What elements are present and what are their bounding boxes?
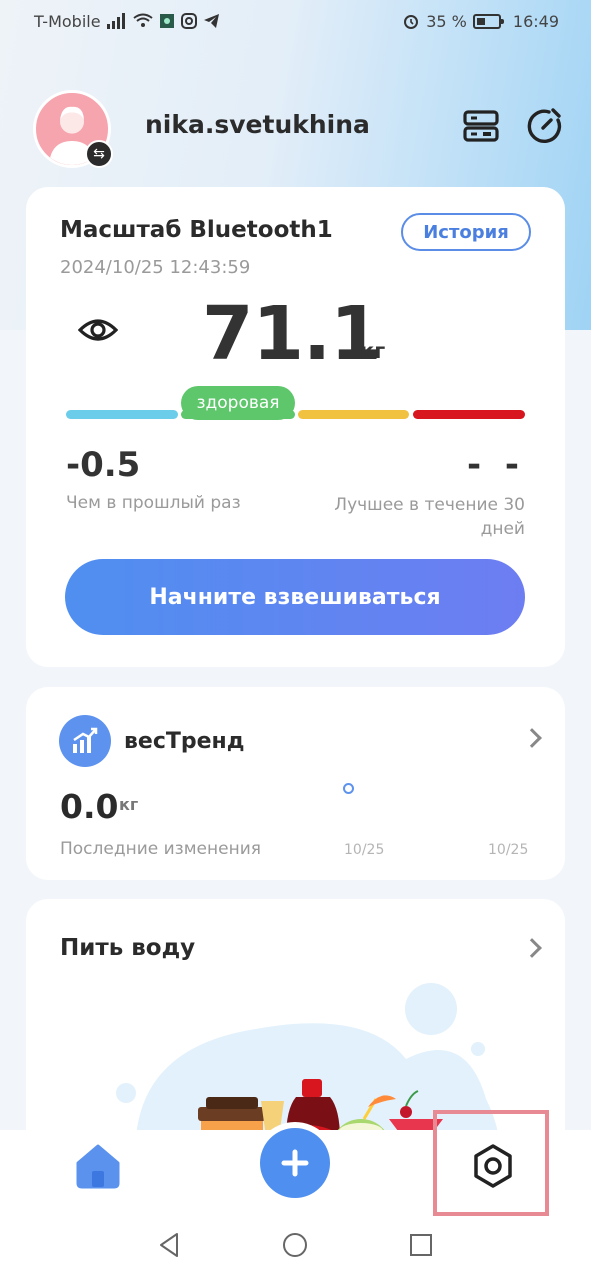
wifi-icon	[132, 13, 153, 27]
bmi-bar-very-high	[413, 410, 525, 419]
scale-title: Масштаб Bluetooth1	[60, 217, 333, 243]
devices-icon[interactable]	[461, 106, 501, 146]
chevron-right-icon[interactable]	[522, 938, 542, 958]
battery-percent: 35 %	[426, 11, 467, 31]
trend-chart-point	[343, 783, 354, 794]
trend-unit: кг	[119, 795, 139, 814]
settings-highlight-box	[433, 1110, 549, 1216]
instagram-icon	[180, 13, 197, 29]
username[interactable]: nika.svetukhina	[145, 110, 370, 139]
app-icon	[159, 14, 174, 28]
diff-label: Чем в прошлый раз	[66, 493, 241, 513]
bmi-bar-low	[66, 410, 178, 419]
scale-card: Масштаб Bluetooth1 2024/10/25 12:43:59 И…	[26, 187, 565, 667]
carrier-label: T-Mobile	[34, 11, 101, 31]
diff-value: -0.5	[66, 445, 141, 485]
trend-value: 0.0	[60, 787, 119, 826]
trend-date-start: 10/25	[344, 842, 385, 858]
trend-icon	[59, 715, 111, 767]
trend-label: Последние изменения	[60, 839, 261, 859]
start-weighing-button[interactable]: Начните взвешиваться	[65, 559, 525, 635]
telegram-icon	[203, 14, 219, 28]
trend-title: весТренд	[124, 729, 245, 754]
clock: 16:49	[512, 11, 559, 31]
eye-icon[interactable]	[78, 313, 118, 347]
history-button[interactable]: История	[401, 213, 531, 251]
battery-icon	[472, 13, 504, 29]
signal-icon	[106, 13, 125, 29]
measurement-date: 2024/10/25 12:43:59	[60, 257, 251, 278]
add-button[interactable]	[260, 1128, 330, 1198]
plus-icon	[281, 1149, 309, 1177]
status-bar: T-Mobile 35 % 16:49	[0, 0, 591, 42]
best-label: Лучшее в течение 30 дней	[334, 495, 525, 539]
bmi-bar-high	[298, 410, 409, 419]
status-badge: здоровая	[181, 386, 295, 420]
alarm-icon	[404, 15, 419, 29]
weight-value: 71.1	[202, 291, 382, 377]
weight-trend-card[interactable]: весТренд 0.0 кг Последние изменения 10/2…	[26, 687, 565, 880]
home-icon[interactable]	[74, 1143, 122, 1189]
switch-user-icon[interactable]: ⇆	[85, 140, 113, 168]
chevron-right-icon[interactable]	[522, 728, 542, 748]
recents-icon[interactable]	[408, 1232, 434, 1258]
weight-unit: кг	[360, 339, 386, 363]
trend-date-end: 10/25	[488, 842, 529, 858]
best-value: - -	[466, 445, 525, 485]
home-circle-icon[interactable]	[282, 1232, 308, 1258]
back-icon[interactable]	[157, 1232, 183, 1258]
water-title: Пить воду	[60, 935, 196, 961]
refresh-icon[interactable]	[525, 106, 565, 146]
